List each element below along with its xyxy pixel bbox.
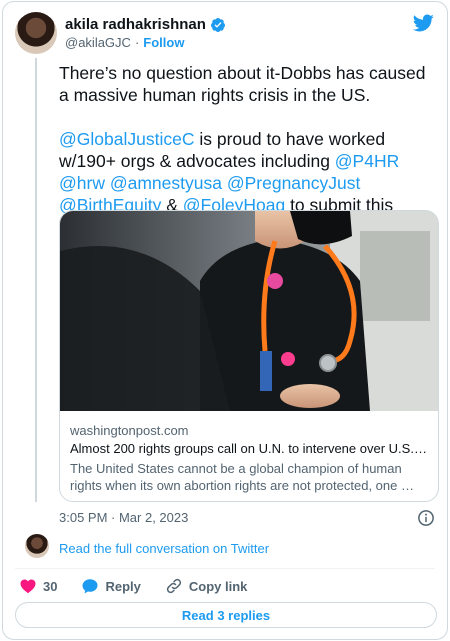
twitter-logo-icon[interactable] xyxy=(411,12,435,34)
read-replies-button[interactable]: Read 3 replies xyxy=(15,602,437,628)
author-handle-row: @akilaGJC · Follow xyxy=(65,35,184,50)
thread-line xyxy=(35,58,37,502)
copy-link-label: Copy link xyxy=(188,578,248,594)
link-description: The United States cannot be a global cha… xyxy=(70,461,414,493)
like-count: 30 xyxy=(43,578,58,594)
action-bar: 30 Reply Copy link xyxy=(19,576,271,596)
author-avatar[interactable] xyxy=(15,12,57,54)
copy-link-button[interactable]: Copy link xyxy=(165,577,248,595)
tweet-embed-card: akila radhakrishnan @akilaGJC · Follow T… xyxy=(2,1,448,640)
reply-label: Reply xyxy=(105,578,141,594)
link-preview-image xyxy=(60,211,438,411)
author-name[interactable]: akila radhakrishnan xyxy=(65,16,206,33)
divider xyxy=(15,568,435,569)
info-icon[interactable] xyxy=(417,509,435,527)
link-domain: washingtonpost.com xyxy=(70,423,189,438)
tweet-timestamp[interactable]: 3:05 PM · Mar 2, 2023 xyxy=(59,510,188,525)
reply-bubble-icon xyxy=(82,579,98,594)
link-icon xyxy=(166,578,181,594)
mention-hrw[interactable]: @hrw xyxy=(59,173,105,193)
tweet-paragraph-1: There’s no question about it-Dobbs has c… xyxy=(59,63,426,105)
mention-p4hr[interactable]: @P4HR xyxy=(335,151,399,171)
mention-globaljusticec[interactable]: @GlobalJusticeC xyxy=(59,129,194,149)
author-name-row: akila radhakrishnan xyxy=(65,16,226,33)
verified-badge-icon xyxy=(210,17,225,32)
link-preview-card[interactable]: washingtonpost.com Almost 200 rights gro… xyxy=(59,210,439,502)
reply-button[interactable]: Reply xyxy=(81,577,141,595)
conversation-avatar xyxy=(25,534,49,558)
follow-link[interactable]: Follow xyxy=(143,35,184,50)
like-button[interactable]: 30 xyxy=(19,577,57,595)
mention-amnestyusa[interactable]: @amnestyusa xyxy=(110,173,222,193)
link-title: Almost 200 rights groups call on U.N. to… xyxy=(70,441,430,456)
handle-separator: · xyxy=(134,35,140,50)
heart-icon xyxy=(20,579,36,594)
author-handle[interactable]: @akilaGJC xyxy=(65,35,131,50)
read-conversation-link[interactable]: Read the full conversation on Twitter xyxy=(59,541,269,556)
mention-pregnancyjust[interactable]: @PregnancyJust xyxy=(227,173,361,193)
